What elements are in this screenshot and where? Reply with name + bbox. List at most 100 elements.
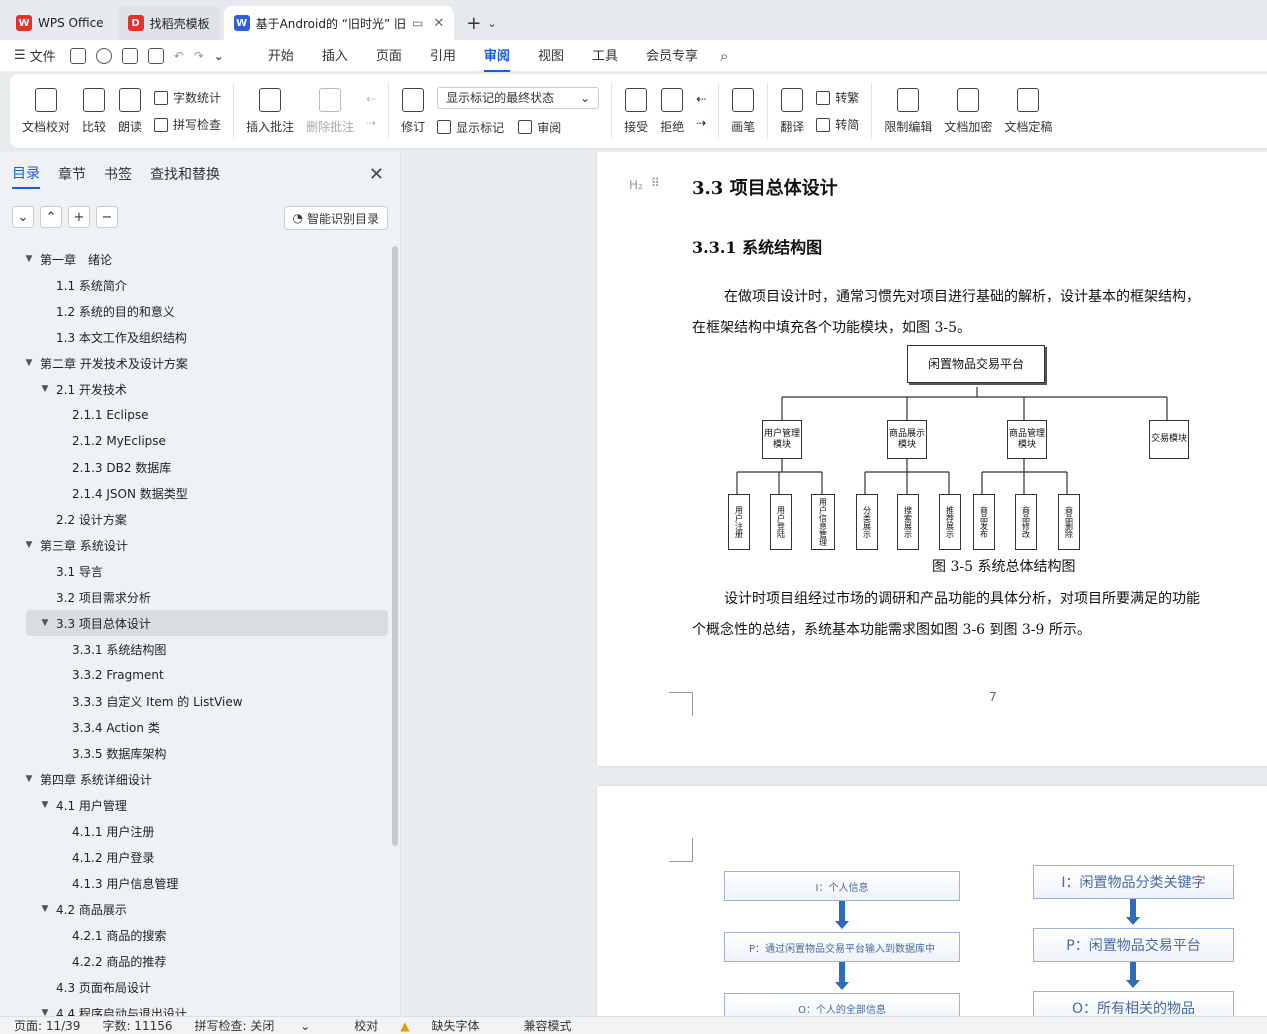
encrypt-button[interactable]: 文档加密	[938, 79, 998, 143]
save-icon[interactable]	[69, 47, 86, 64]
tab-review[interactable]: 审阅	[483, 39, 510, 72]
next-comment-icon[interactable]: ⇢	[366, 116, 376, 130]
print-preview-icon[interactable]	[147, 47, 164, 64]
expand-triangle-icon[interactable]: ▼	[24, 254, 34, 264]
tab-start[interactable]: 开始	[268, 39, 294, 72]
read-aloud-button[interactable]: 朗读	[112, 79, 148, 143]
tab-docer[interactable]: D 找稻壳模板	[117, 6, 220, 40]
toc-item[interactable]: ▼ 4.1 用户管理	[0, 792, 392, 818]
accept-button[interactable]: 接受	[618, 79, 654, 143]
toc-item[interactable]: ▼ 4.2 商品展示	[0, 896, 392, 922]
nav-tab-find-replace[interactable]: 查找和替换	[150, 160, 220, 188]
toc-item[interactable]: 3.3.3 自定义 Item 的 ListView	[0, 688, 392, 714]
print-icon[interactable]	[121, 47, 138, 64]
spell-check-button[interactable]: 拼写检查	[154, 116, 221, 133]
toc-item[interactable]: ▼ 第四章 系统详细设计	[0, 766, 392, 792]
toc-item[interactable]: 3.3.5 数据库架构	[0, 740, 392, 766]
toc-item[interactable]: 4.1.1 用户注册	[0, 818, 392, 844]
prev-comment-icon[interactable]: ⇠	[366, 92, 376, 106]
expand-triangle-icon[interactable]: ▼	[40, 904, 50, 914]
next-change-icon[interactable]: ⇢	[696, 116, 706, 130]
page-indicator[interactable]: 页面: 11/39	[14, 1017, 80, 1034]
redo-icon[interactable]: ↷	[194, 49, 204, 63]
undo-icon[interactable]: ↶	[174, 49, 184, 63]
toc-item[interactable]: 3.3.4 Action 类	[0, 714, 392, 740]
toc-item[interactable]: 3.3.1 系统结构图	[0, 636, 392, 662]
toc-item[interactable]: 1.3 本文工作及组织结构	[0, 324, 392, 350]
word-count-indicator[interactable]: 字数: 11156	[102, 1017, 172, 1034]
finalize-button[interactable]: 文档定稿	[998, 79, 1058, 143]
toc-item[interactable]: 2.1.2 MyEclipse	[0, 428, 392, 454]
expand-triangle-icon[interactable]: ▼	[24, 774, 34, 784]
expand-triangle-icon[interactable]: ▼	[40, 384, 50, 394]
to-simplified-button[interactable]: 转简	[816, 116, 859, 133]
pen-button[interactable]: 画笔	[725, 79, 761, 143]
document-page[interactable]: I：个人信息 P：通过闲置物品交易平台输入到数据库中 O：个人的全部信息 I：闲…	[597, 786, 1267, 1016]
tab-reference[interactable]: 引用	[430, 39, 456, 72]
chevron-down-icon[interactable]: ⌄	[487, 17, 496, 30]
toc-item[interactable]: 4.3 页面布局设计	[0, 974, 392, 1000]
toc-item[interactable]: ▼ 第三章 系统设计	[0, 532, 392, 558]
show-markup-button[interactable]: 显示标记	[437, 119, 504, 136]
smart-toc-button[interactable]: ◔ 智能识别目录	[283, 206, 388, 230]
document-page[interactable]: H₂ ⠿ 3.3 项目总体设计 3.3.1 系统结构图 在做项目设计时，通常习惯…	[597, 152, 1267, 766]
toc-scrollbar[interactable]	[392, 246, 398, 846]
drag-handle-icon[interactable]: ⠿	[651, 176, 660, 190]
link-icon[interactable]	[95, 47, 112, 64]
tab-document[interactable]: W 基于Android的 “旧时光” 旧 ▭ ✕	[223, 6, 455, 40]
toc-item[interactable]: 2.2 设计方案	[0, 506, 392, 532]
compare-button[interactable]: 比较	[76, 79, 112, 143]
toc-item[interactable]: ▼ 2.1 开发技术	[0, 376, 392, 402]
expand-triangle-icon[interactable]: ▼	[40, 618, 50, 628]
remove-heading-button[interactable]: −	[96, 206, 118, 228]
toc-item[interactable]: ▼ 3.3 项目总体设计	[26, 610, 388, 636]
delete-comment-button[interactable]: 删除批注	[300, 79, 360, 143]
screen-icon[interactable]: ▭	[412, 16, 423, 30]
toc-item[interactable]: 3.1 导言	[0, 558, 392, 584]
toc-item[interactable]: 4.1.3 用户信息管理	[0, 870, 392, 896]
to-traditional-button[interactable]: 转繁	[816, 89, 859, 106]
translate-button[interactable]: 翻译	[774, 79, 810, 143]
missing-font-status[interactable]: ▲ 缺失字体	[400, 1017, 501, 1034]
add-heading-button[interactable]: +	[68, 206, 90, 228]
toc-item[interactable]: 2.1.3 DB2 数据库	[0, 454, 392, 480]
collapse-up-button[interactable]: ⌃	[40, 206, 62, 228]
expand-triangle-icon[interactable]: ▼	[40, 800, 50, 810]
toc-item[interactable]: 2.1.4 JSON 数据类型	[0, 480, 392, 506]
search-icon[interactable]: ⌕	[720, 47, 728, 65]
nav-tab-toc[interactable]: 目录	[12, 159, 40, 189]
reject-button[interactable]: 拒绝	[654, 79, 690, 143]
nav-tab-chapters[interactable]: 章节	[58, 160, 86, 188]
new-tab-button[interactable]: + ⌄	[458, 6, 504, 40]
doc-check-button[interactable]: 文档校对	[16, 79, 76, 143]
close-icon[interactable]: ✕	[369, 164, 384, 185]
toc-item[interactable]: 1.1 系统简介	[0, 272, 392, 298]
toc-item[interactable]: ▼ 第二章 开发技术及设计方案	[0, 350, 392, 376]
tab-view[interactable]: 视图	[538, 39, 564, 72]
tab-member[interactable]: 会员专享	[646, 39, 698, 72]
toc-item[interactable]: 4.2.2 商品的推荐	[0, 948, 392, 974]
toc-item[interactable]: 2.1.1 Eclipse	[0, 402, 392, 428]
toc-item[interactable]: ▼ 4.4 程序启动与退出设计	[0, 1000, 392, 1017]
file-menu[interactable]: ☰ 文件	[14, 46, 56, 65]
expand-triangle-icon[interactable]: ▼	[24, 540, 34, 550]
markup-select[interactable]: 显示标记的最终状态 ⌄	[437, 86, 600, 109]
track-changes-button[interactable]: 修订	[395, 79, 431, 143]
toc-item[interactable]: 1.2 系统的目的和意义	[0, 298, 392, 324]
expand-triangle-icon[interactable]: ▼	[40, 1008, 50, 1016]
expand-all-button[interactable]: ⌄	[12, 206, 34, 228]
close-icon[interactable]: ✕	[433, 16, 444, 31]
insert-comment-button[interactable]: 插入批注	[240, 79, 300, 143]
tab-page[interactable]: 页面	[376, 39, 402, 72]
more-chevron-icon[interactable]: ⌄	[214, 49, 224, 63]
review-pane-button[interactable]: 审阅	[518, 119, 561, 136]
spell-check-status[interactable]: 拼写检查: 关闭 ⌄	[195, 1017, 333, 1034]
toc-item[interactable]: 4.1.2 用户登录	[0, 844, 392, 870]
toc-item[interactable]: 3.2 项目需求分析	[0, 584, 392, 610]
expand-triangle-icon[interactable]: ▼	[24, 358, 34, 368]
restrict-edit-button[interactable]: 限制编辑	[878, 79, 938, 143]
prev-change-icon[interactable]: ⇠	[696, 92, 706, 106]
toc-item[interactable]: 4.2.1 商品的搜索	[0, 922, 392, 948]
word-count-button[interactable]: 字数统计	[154, 89, 221, 106]
tab-insert[interactable]: 插入	[322, 39, 348, 72]
